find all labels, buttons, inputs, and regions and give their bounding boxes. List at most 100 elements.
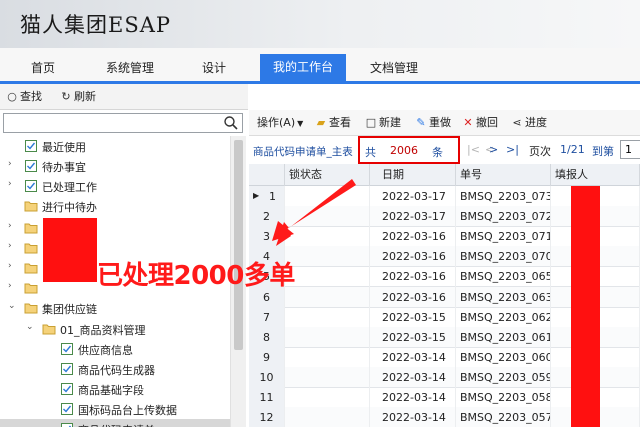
chevron-right-icon[interactable]: ›: [8, 221, 18, 231]
cell-order-no: BMSQ_2203_058: [456, 387, 551, 408]
cell-order-no: BMSQ_2203_057: [456, 407, 551, 427]
find-button[interactable]: ○ 查找: [6, 88, 42, 106]
goto-page-input[interactable]: [620, 140, 640, 159]
checklist-icon: [61, 343, 73, 355]
refresh-icon: ↻: [61, 90, 71, 103]
folder-icon: [24, 243, 38, 254]
folder-icon: [24, 303, 38, 314]
refresh-button[interactable]: ↻ 刷新: [60, 88, 96, 106]
tree-item-label: 待办事宜: [42, 161, 86, 174]
cell-lock-status: [285, 306, 370, 328]
chevron-right-icon[interactable]: ›: [8, 281, 18, 291]
chevron-right-icon[interactable]: ›: [8, 261, 18, 271]
tree-item-label: 供应商信息: [78, 344, 133, 357]
undo-button[interactable]: ✕ 撤回: [462, 114, 498, 132]
new-document-icon: □: [365, 116, 377, 129]
tree-item-label: 最近使用: [42, 141, 86, 154]
goto-page-label: 到第: [592, 145, 614, 158]
checklist-icon: [61, 423, 73, 427]
cell-date: 2022-03-16: [370, 246, 456, 268]
cell-rownum: 8: [249, 326, 285, 348]
tree-item[interactable]: 供应商信息: [0, 339, 230, 359]
header-reporter[interactable]: 填报人: [551, 164, 640, 186]
folder-icon: [42, 324, 56, 335]
checklist-icon: [25, 140, 37, 152]
cell-order-no: BMSQ_2203_070: [456, 246, 551, 268]
search-icon[interactable]: [223, 115, 239, 131]
last-page-button[interactable]: >|: [506, 143, 519, 156]
chevron-down-icon[interactable]: ⌄: [8, 301, 18, 311]
tree-item[interactable]: ⌄ 01_商品资料管理: [0, 319, 230, 339]
chevron-right-icon[interactable]: ›: [8, 159, 18, 169]
tree-item[interactable]: › 已处理工作: [0, 176, 230, 196]
tab-document-management[interactable]: 文档管理: [358, 55, 430, 81]
cell-order-no: BMSQ_2203_059: [456, 366, 551, 388]
checklist-icon: [25, 180, 37, 192]
main-nav: 首页 系统管理 设计 我的工作台 文档管理: [0, 48, 640, 84]
actions-menu-button[interactable]: 操作(A) ▼: [257, 114, 303, 132]
header-lock-status[interactable]: 锁状态: [285, 164, 370, 186]
total-suffix: 条: [432, 146, 443, 159]
find-icon: ○: [7, 90, 17, 103]
tree-item[interactable]: 进行中待办: [0, 196, 230, 216]
tab-home[interactable]: 首页: [8, 55, 78, 81]
checklist-icon: [61, 383, 73, 395]
pages-label: 页次: [529, 145, 551, 158]
tree-item-label: 01_商品资料管理: [60, 324, 146, 337]
cell-order-no: BMSQ_2203_062: [456, 306, 551, 328]
cell-lock-status: [285, 266, 370, 288]
cell-order-no: BMSQ_2203_073: [456, 186, 551, 207]
cell-rownum: 3: [249, 226, 285, 248]
next-page-button[interactable]: >: [489, 143, 498, 156]
tree-item[interactable]: 最近使用: [0, 136, 230, 156]
tree-item[interactable]: ›: [0, 218, 230, 238]
cell-date: 2022-03-14: [370, 387, 456, 408]
redo-button[interactable]: ✎ 重做: [415, 114, 451, 132]
tree-item[interactable]: 商品代码生成器: [0, 359, 230, 379]
folder-icon: [24, 283, 38, 294]
tree-item[interactable]: 国标码品台上传数据: [0, 399, 230, 419]
folder-icon: [24, 223, 38, 234]
tree-item-label: 商品代码生成器: [78, 364, 155, 377]
tab-system-management[interactable]: 系统管理: [90, 55, 170, 81]
cell-date: 2022-03-15: [370, 306, 456, 328]
tree-scrollbar-thumb[interactable]: [234, 140, 243, 350]
tree-item[interactable]: ⌄ 集团供应链: [0, 298, 230, 318]
progress-button[interactable]: ⋖ 进度: [511, 114, 547, 132]
new-button[interactable]: □ 新建: [365, 114, 401, 132]
share-icon: ⋖: [512, 116, 522, 129]
title-bar: 猫人集团ESAP: [0, 0, 640, 48]
pager-bar: 商品代码申请单_主表 共 2006 条 |< < > >| 页次 1/21 到第: [249, 136, 640, 164]
cell-lock-status: [285, 387, 370, 408]
current-row-indicator-icon: ▶: [253, 191, 260, 200]
header-date[interactable]: 日期: [370, 164, 456, 186]
tree-item[interactable]: 商品基础字段: [0, 379, 230, 399]
tree-item[interactable]: 商品代码申请单: [0, 419, 230, 427]
left-toolbar: ○ 查找 ↻ 刷新: [0, 84, 248, 110]
chevron-down-icon[interactable]: ⌄: [26, 322, 36, 332]
cell-order-no: BMSQ_2203_060: [456, 346, 551, 368]
redaction-block-left: [43, 218, 97, 282]
chevron-right-icon[interactable]: ›: [8, 179, 18, 189]
tree-search-input[interactable]: [4, 114, 222, 132]
view-button[interactable]: ▰ 查看: [315, 114, 351, 132]
tree-item-label: 商品基础字段: [78, 384, 144, 397]
tree-item[interactable]: › 待办事宜: [0, 156, 230, 176]
total-count-highlight: 共 2006 条: [358, 136, 460, 164]
cell-date: 2022-03-14: [370, 366, 456, 388]
cell-date: 2022-03-17: [370, 186, 456, 207]
cell-date: 2022-03-16: [370, 266, 456, 288]
folder-open-icon: ▰: [316, 116, 326, 129]
checklist-icon: [61, 403, 73, 415]
header-order-no[interactable]: 单号: [456, 164, 551, 186]
tab-design[interactable]: 设计: [184, 55, 244, 81]
first-page-button[interactable]: |<: [467, 143, 480, 156]
table-breadcrumb: 商品代码申请单_主表: [253, 146, 353, 158]
cell-date: 2022-03-15: [370, 326, 456, 348]
chevron-right-icon[interactable]: ›: [8, 241, 18, 251]
cell-rownum: 12: [249, 407, 285, 427]
tab-my-workbench[interactable]: 我的工作台: [260, 54, 346, 81]
chevron-down-icon: ▼: [297, 119, 304, 128]
tree-item-label: 进行中待办: [42, 201, 97, 214]
cell-lock-status: [285, 407, 370, 427]
